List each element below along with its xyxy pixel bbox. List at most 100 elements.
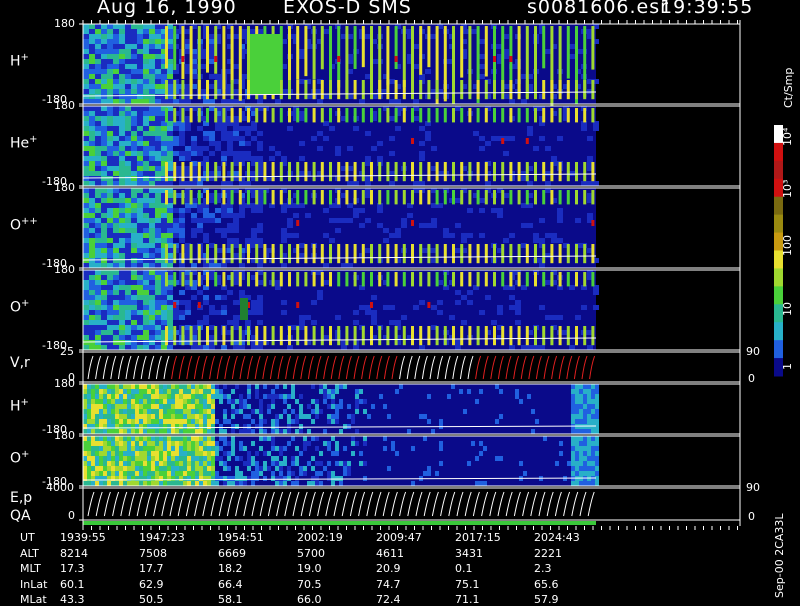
spectrum-cell [171,456,175,461]
spectrum-cell [195,466,199,471]
spectrum-cell [155,263,161,268]
spectrum-cell [179,481,183,486]
spectrum-cell [83,315,89,320]
spectrum-cell [125,300,131,305]
spectrum-cell [159,461,163,466]
spectrum-cell [239,126,245,131]
spectrum-cell [323,335,329,340]
spectrum-cell [103,436,107,441]
spectrum-cell [113,340,119,345]
spectrum-cell [245,131,251,136]
spectrum-cell [95,305,101,310]
spectrum-cell [227,223,233,228]
energy-curve [366,491,374,517]
spectrum-cell [223,476,227,481]
spectrum-cell [111,399,115,404]
spectrum-cell [137,136,143,141]
spectrum-cell [119,419,123,424]
spectrum-cell [167,218,173,223]
spectrum-cell [167,263,173,268]
spectrum-cell [497,310,503,315]
spectrum-cell [371,295,377,300]
spectrum-cell [103,446,107,451]
spectrum-cell [233,218,239,223]
spectrum-cell [137,89,143,94]
footer-value: 75.1 [455,577,480,591]
pitch-stripe [320,108,324,123]
spectrum-cell [143,446,147,451]
spectrum-cell [83,285,89,290]
velocity-curve [277,355,284,380]
colorbar-swatch [774,160,783,180]
spectrum-cell [233,253,239,258]
spectrum-cell [283,461,287,466]
panel-label-charge: + [20,52,29,63]
spectrum-cell [125,44,131,49]
spectrum-cell [95,126,101,131]
spectrum-cell [83,295,89,300]
pitch-stripe [435,108,439,123]
spectrum-cell [239,441,243,446]
spectrum-cell [579,429,583,434]
spectrum-cell [191,446,195,451]
pitch-stripe [402,108,406,123]
pitch-stripe [558,272,562,287]
spectrum-cell [89,248,95,253]
spectrum-cell [221,310,227,315]
spectrum-cell [107,456,111,461]
spectrum-cell [271,389,275,394]
spectrum-cell [163,481,167,486]
spectrum-cell [127,394,131,399]
spectrum-cell [83,429,87,434]
spectrum-cell [203,481,207,486]
spectrum-cell [395,320,401,325]
spectrum-cell [89,325,95,330]
velocity-curve [87,355,94,380]
spectrum-cell [323,121,329,126]
spectrum-cell [211,481,215,486]
spectrum-cell [209,84,215,89]
spectrum-cell [191,419,195,424]
spectrum-cell [101,69,107,74]
spectrum-cell [233,89,239,94]
spectrum-cell [99,471,103,476]
spectrum-cell [111,471,115,476]
pitch-stripe [279,80,283,100]
spectrum-cell [199,476,203,481]
spectrum-cell [173,208,179,213]
spectrum-cell [101,285,107,290]
spectrum-cell [89,223,95,228]
spectrum-cell [149,320,155,325]
spectrum-cell [119,166,125,171]
spectrum-cell [113,193,119,198]
spectrum-cell [195,424,199,429]
spectrum-cell [113,233,119,238]
spectrum-cell [115,436,119,441]
spectrum-cell [191,136,197,141]
spectrum-cell [203,208,209,213]
spectrum-cell [143,181,149,186]
spectrum-cell [95,156,101,161]
spectrum-cell [239,399,243,404]
spectrum-cell [149,270,155,275]
spectrum-cell [221,151,227,156]
spectrum-cell [155,456,159,461]
spectrum-cell [287,126,293,131]
pitch-stripe [329,272,332,287]
spectrum-cell [137,223,143,228]
pitch-stripe [558,190,562,205]
spectrum-cell [147,456,151,461]
spectrum-cell [131,59,137,64]
spectrum-cell [339,399,343,404]
spectrum-cell [209,74,215,79]
pitch-stripe [238,162,242,182]
spectrum-cell [587,136,593,141]
pitch-stripe [230,26,234,83]
spectrum-cell [287,218,293,223]
pitch-stripe [361,326,365,346]
spectrum-cell [95,208,101,213]
spectrum-cell [113,94,119,99]
spectrum-cell [239,471,243,476]
energy-curve [571,491,579,517]
spectrum-cell [235,424,239,429]
